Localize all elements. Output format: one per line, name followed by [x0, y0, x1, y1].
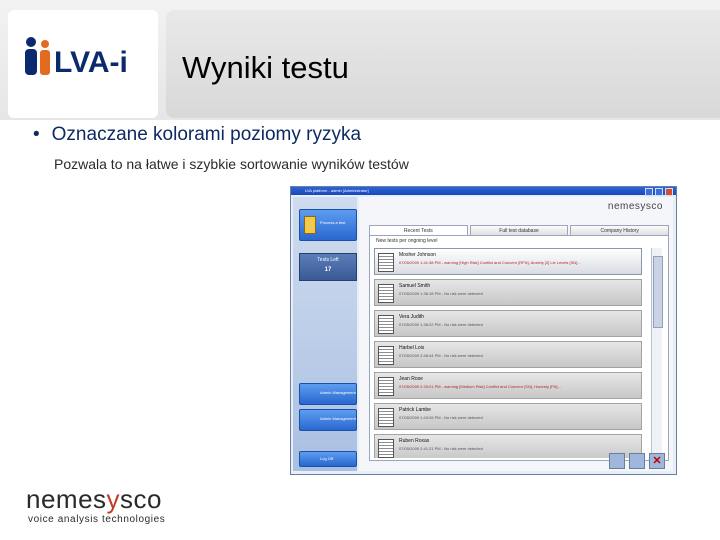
lva-people-icon: LVA-i	[25, 37, 128, 79]
logoff-button[interactable]: Log Off	[299, 451, 357, 467]
window-titlebar: LVA platform - admin [Administrator]	[291, 187, 676, 196]
document-icon	[378, 408, 394, 427]
maximize-icon[interactable]	[655, 188, 663, 196]
list-item[interactable]: Patrick Lambe 07/05/2009 1:43:05 PM - No…	[374, 403, 642, 430]
tab-bar: Recent Tests Full test database Company …	[369, 225, 670, 236]
app-window-screenshot: LVA platform - admin [Administrator] Pro…	[290, 186, 677, 475]
close-window-icon[interactable]	[665, 188, 673, 196]
close-icon[interactable]: ✕	[649, 453, 665, 469]
scrollbar-thumb[interactable]	[653, 256, 663, 328]
process-test-button[interactable]: Process a test	[299, 209, 357, 241]
window-controls	[645, 188, 673, 196]
folder-icon[interactable]	[609, 453, 625, 469]
tests-left-box: Tests Left 17	[299, 253, 357, 281]
bullet-item: • Oznaczane kolorami poziomy ryzyka	[33, 124, 361, 146]
bullet-subtext: Pozwala to na łatwe i szybkie sortowanie…	[54, 156, 409, 172]
document-icon	[378, 346, 394, 365]
admin-button-2[interactable]: Admin Management	[299, 409, 357, 431]
document-icon	[378, 284, 394, 303]
bullet-text: Oznaczane kolorami poziomy ryzyka	[51, 124, 362, 145]
brand-label: nemesysco	[607, 201, 663, 212]
admin-button-1[interactable]: Admin Management	[299, 383, 357, 405]
document-icon	[378, 315, 394, 334]
bullet-icon: •	[33, 124, 40, 145]
list-item[interactable]: Samuel Smith 07/05/2009 1:36:18 PM - No …	[374, 279, 642, 306]
logo-text: LVA-i	[54, 46, 128, 79]
page-title: Wyniki testu	[182, 50, 349, 85]
nemesysco-logo: nemesysco	[26, 484, 163, 514]
document-icon	[378, 439, 394, 458]
list-item[interactable]: Jean Rose 07/05/2009 2:33:01 PM - warnin…	[374, 372, 642, 399]
results-list: Mosher Johnson 07/05/2009 1:41:38 PM - w…	[374, 248, 642, 458]
right-pane: nemesysco Recent Tests Full test databas…	[359, 197, 673, 471]
minimize-icon[interactable]	[645, 188, 653, 196]
results-panel: New tests per ongoing level Mosher Johns…	[369, 235, 669, 461]
list-item[interactable]: Ruben Roxas 07/05/2009 2:41:21 PM - No r…	[374, 434, 642, 458]
list-item[interactable]: Harbel Lois 07/05/2009 2:48:44 PM - No r…	[374, 341, 642, 368]
left-pane: Process a test Tests Left 17 Admin Manag…	[293, 197, 357, 471]
footer-tagline: voice analysis technologies	[28, 514, 166, 525]
document-icon	[378, 377, 394, 396]
action-toolbar: ✕	[609, 453, 665, 469]
list-item[interactable]: Vera Judith 07/05/2009 1:38:22 PM - No r…	[374, 310, 642, 337]
list-caption: New tests per ongoing level	[376, 238, 438, 244]
list-scrollbar[interactable]	[651, 248, 663, 458]
list-item[interactable]: Mosher Johnson 07/05/2009 1:41:38 PM - w…	[374, 248, 642, 275]
new-test-icon	[304, 216, 316, 234]
window-title: LVA platform - admin [Administrator]	[305, 188, 369, 193]
printer-icon[interactable]	[629, 453, 645, 469]
document-icon	[378, 253, 394, 272]
